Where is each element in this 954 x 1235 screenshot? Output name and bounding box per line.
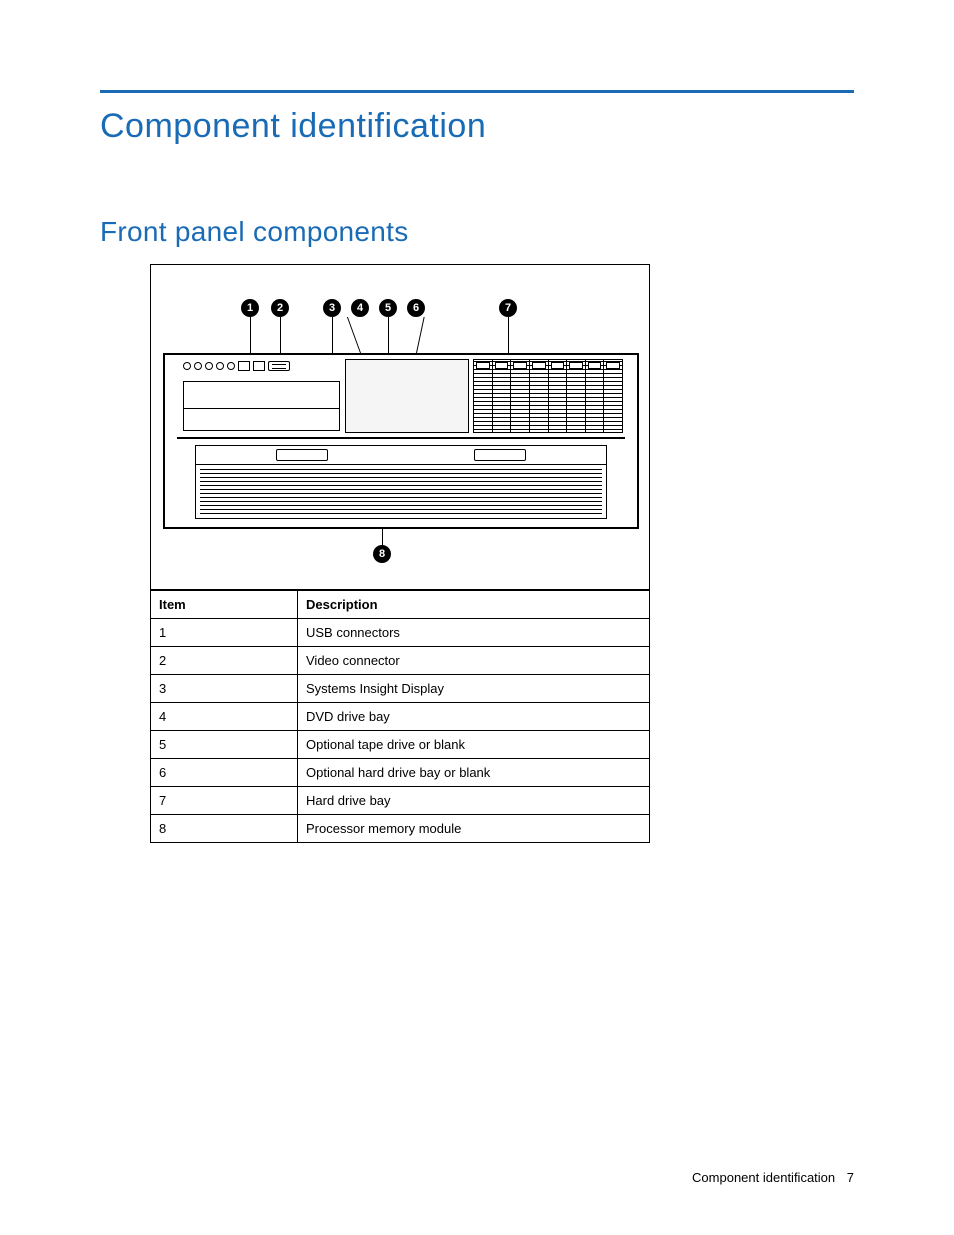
hdd-slot (585, 360, 604, 432)
table-row: 1 USB connectors (151, 619, 650, 647)
cell-description: Video connector (298, 647, 650, 675)
table-row: 4 DVD drive bay (151, 703, 650, 731)
hdd-slot (566, 360, 585, 432)
footer-page-number: 7 (847, 1170, 854, 1185)
power-led-icon (183, 362, 191, 370)
callout-7: 7 (499, 299, 517, 317)
callout-2: 2 (271, 299, 289, 317)
front-panel-diagram: 1 2 3 4 5 6 7 8 (150, 264, 650, 590)
callout-5: 5 (379, 299, 397, 317)
footer-section: Component identification (692, 1170, 835, 1185)
cell-description: Optional tape drive or blank (298, 731, 650, 759)
hdd-slot (529, 360, 548, 432)
header-item: Item (151, 591, 298, 619)
cell-description: USB connectors (298, 619, 650, 647)
vent-grille-icon (200, 468, 602, 514)
table-row: 2 Video connector (151, 647, 650, 675)
usb-port-icon (238, 361, 250, 371)
table-row: 6 Optional hard drive bay or blank (151, 759, 650, 787)
callout-8: 8 (373, 545, 391, 563)
callout-3: 3 (323, 299, 341, 317)
table-row: 8 Processor memory module (151, 815, 650, 843)
cell-item: 1 (151, 619, 298, 647)
cell-item: 6 (151, 759, 298, 787)
hdd-slot (510, 360, 529, 432)
cell-item: 3 (151, 675, 298, 703)
section-title: Front panel components (100, 216, 854, 248)
rack-ear-left (163, 353, 177, 529)
cell-item: 7 (151, 787, 298, 815)
module-handles (196, 446, 606, 465)
status-led-icon (227, 362, 235, 370)
status-led-icon (216, 362, 224, 370)
cell-item: 2 (151, 647, 298, 675)
callout-4: 4 (351, 299, 369, 317)
callout-1: 1 (241, 299, 259, 317)
cell-item: 8 (151, 815, 298, 843)
diagram-and-table: 1 2 3 4 5 6 7 8 (150, 264, 650, 843)
leader-line (508, 317, 509, 355)
hdd-slot (548, 360, 567, 432)
chassis-lower (177, 439, 625, 527)
status-led-icon (205, 362, 213, 370)
callout-6: 6 (407, 299, 425, 317)
cell-description: Hard drive bay (298, 787, 650, 815)
cell-description: DVD drive bay (298, 703, 650, 731)
page-title: Component identification (100, 107, 854, 146)
table-header-row: Item Description (151, 591, 650, 619)
hdd-slot (474, 360, 492, 432)
video-port-icon (268, 361, 290, 371)
cell-description: Optional hard drive bay or blank (298, 759, 650, 787)
hdd-slot (492, 360, 511, 432)
rack-ear-right (625, 353, 639, 529)
cell-description: Processor memory module (298, 815, 650, 843)
dvd-bay (183, 381, 340, 431)
table-row: 7 Hard drive bay (151, 787, 650, 815)
cell-description: Systems Insight Display (298, 675, 650, 703)
header-description: Description (298, 591, 650, 619)
processor-memory-module (195, 445, 607, 519)
component-table: Item Description 1 USB connectors 2 Vide… (150, 590, 650, 843)
usb-port-icon (253, 361, 265, 371)
table-row: 5 Optional tape drive or blank (151, 731, 650, 759)
table-row: 3 Systems Insight Display (151, 675, 650, 703)
hdd-slot (603, 360, 622, 432)
chassis-upper (177, 355, 625, 439)
control-panel (183, 359, 353, 373)
tape-bay (345, 359, 469, 433)
status-led-icon (194, 362, 202, 370)
hard-drive-cage (473, 359, 623, 433)
server-chassis (175, 353, 627, 529)
header-rule (100, 90, 854, 93)
cell-item: 4 (151, 703, 298, 731)
page-footer: Component identification 7 (692, 1170, 854, 1185)
cell-item: 5 (151, 731, 298, 759)
